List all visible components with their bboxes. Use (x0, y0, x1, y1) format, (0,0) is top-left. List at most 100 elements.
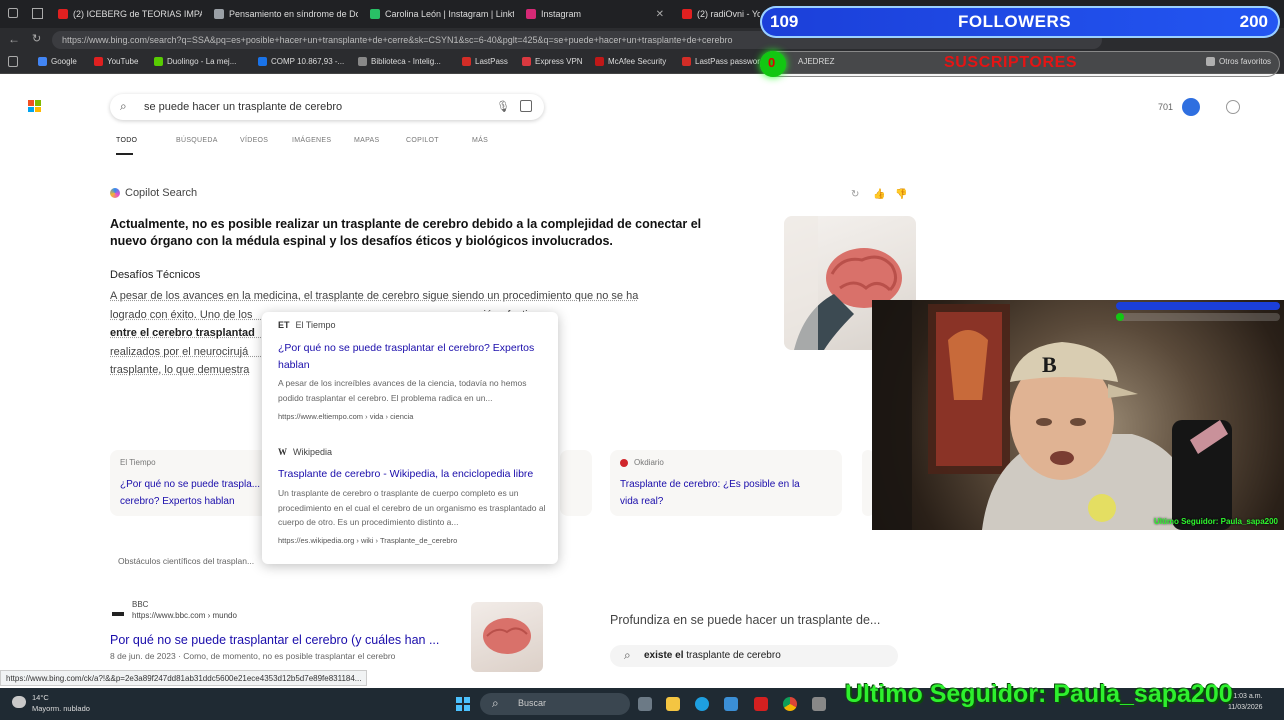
task-view-icon[interactable] (638, 697, 652, 711)
clock[interactable]: 11:03 a.m. 11/03/2026 (1228, 691, 1263, 713)
instagram-icon (526, 9, 536, 19)
globe-icon (522, 57, 531, 66)
microsoft-logo-icon[interactable] (28, 100, 41, 112)
tab-busqueda[interactable]: BÚSQUEDA (176, 137, 218, 144)
card-source: El Tiempo (120, 458, 156, 467)
followers-goal: 200 (1239, 12, 1268, 31)
microphone-icon[interactable]: 🎙 (496, 100, 510, 113)
tab-mapas[interactable]: MAPAS (354, 137, 380, 144)
linktree-icon (370, 9, 380, 19)
tab-label: Pensamiento en síndrome de Do (229, 9, 358, 19)
search-icon: ⌕ (624, 648, 631, 662)
bookmark-google[interactable]: Google (38, 57, 77, 66)
thumbs-down-icon[interactable]: 👎 (895, 189, 907, 200)
comp-icon (258, 57, 267, 66)
result-url[interactable]: https://www.bbc.com › mundo (110, 611, 237, 620)
popup-desc: Un trasplante de cerebro o trasplante de… (278, 488, 546, 527)
rewards-points[interactable]: 701 (1158, 102, 1173, 112)
source-card-middle[interactable] (560, 450, 592, 516)
bookmark-manager-icon[interactable] (8, 56, 18, 67)
refresh-icon[interactable]: ↻ (851, 189, 859, 200)
chrome-icon[interactable] (783, 697, 797, 711)
popup-url[interactable]: https://www.eltiempo.com › vida › cienci… (278, 412, 413, 421)
popup-title[interactable]: ¿Por qué no se puede trasplantar el cere… (278, 340, 548, 374)
svg-text:B: B (1042, 352, 1057, 377)
bookmark-lastpass[interactable]: LastPass (462, 57, 508, 66)
tab-carolina[interactable]: Carolina León | Instagram | Linkt ✕ (364, 3, 514, 25)
edge-icon[interactable] (695, 697, 709, 711)
card-title[interactable]: Trasplante de cerebro: ¿Es posible en la… (620, 476, 800, 510)
followers-goal-bar: 109 FOLLOWERS 200 (760, 6, 1280, 38)
close-icon[interactable]: ✕ (656, 9, 664, 20)
tab-todo[interactable]: TODO (116, 137, 137, 144)
bookmark-mcafee[interactable]: McAfee Security (595, 57, 666, 66)
store-icon[interactable] (724, 697, 738, 711)
popup-desc: A pesar de los increíbles avances de la … (278, 378, 527, 403)
visual-search-icon[interactable] (520, 100, 532, 112)
folder-icon (358, 57, 367, 66)
search-query[interactable]: se puede hacer un trasplante de cerebro (144, 101, 342, 113)
bookmark-comp[interactable]: COMP 10.867,93 -... (258, 57, 344, 66)
wikipedia-icon: W (278, 447, 287, 457)
account-icon[interactable] (1226, 100, 1240, 114)
bookmark-biblioteca[interactable]: Biblioteca - Intelig... (358, 57, 441, 66)
result-title[interactable]: Por qué no se puede trasplantar el cereb… (110, 633, 439, 647)
source-card-okdiario[interactable]: Okdiario Trasplante de cerebro: ¿Es posi… (610, 450, 842, 516)
refresh-icon[interactable]: ↻ (32, 32, 41, 45)
popup-source-eltiempo: ET El Tiempo (278, 320, 336, 330)
popup-url[interactable]: https://es.wikipedia.org › wiki › Traspl… (278, 536, 457, 545)
google-icon (38, 57, 47, 66)
webcam-feed: B Ultimo Seguidor: Paula_sapa200 (872, 300, 1284, 530)
lastpass-icon (462, 57, 471, 66)
citation-popup: ET El Tiempo ¿Por qué no se puede traspl… (262, 312, 558, 564)
youtube-icon (94, 57, 103, 66)
bookmark-expressvpn[interactable]: Express VPN (522, 57, 583, 66)
result-snippet: 8 de jun. de 2023 · Como, de momento, no… (110, 651, 396, 661)
tab-mas[interactable]: MÁS (472, 137, 488, 144)
taskbar-search[interactable]: ⌕ Buscar (480, 693, 630, 715)
weather-icon[interactable] (12, 696, 26, 708)
related-query[interactable]: ⌕ existe el trasplante de cerebro (610, 645, 898, 667)
tab-imagenes[interactable]: IMÁGENES (292, 137, 331, 144)
thumbs-up-icon[interactable]: 👍 (873, 189, 885, 200)
copilot-icon (110, 188, 120, 198)
start-icon[interactable] (456, 697, 470, 711)
youtube-icon (682, 9, 692, 19)
search-icon: ⌕ (492, 696, 499, 710)
popup-title[interactable]: Trasplante de cerebro - Wikipedia, la en… (278, 466, 548, 483)
duolingo-icon (154, 57, 163, 66)
tab-copilot[interactable]: COPILOT (406, 137, 439, 144)
back-icon[interactable]: ← (8, 32, 20, 46)
tab-actions-icon[interactable] (8, 8, 18, 18)
copilot-search-label: Copilot Search (110, 187, 197, 199)
status-bar-url: https://www.bing.com/ck/a?!&&p=2e3a89f24… (0, 670, 368, 686)
card-source: Okdiario (634, 458, 664, 467)
search-icon: ⌕ (120, 99, 127, 113)
weather-widget[interactable]: 14°C Mayorm. nublado (32, 692, 90, 714)
bookmark-lastpass-2[interactable]: LastPass passwor... (682, 57, 766, 66)
pdf-icon[interactable] (754, 697, 768, 711)
subscribers-goal-bar: 0 SUSCRIPTORES (760, 51, 1280, 77)
globe-icon (682, 57, 691, 66)
bookmark-duolingo[interactable]: Duolingo - La mej... (154, 57, 236, 66)
file-explorer-icon[interactable] (666, 697, 680, 711)
search-box[interactable]: ⌕ se puede hacer un trasplante de cerebr… (110, 94, 544, 120)
tab-pensamiento[interactable]: Pensamiento en síndrome de Do ✕ (208, 3, 358, 25)
tab-label: Instagram (541, 9, 582, 19)
tab-videos[interactable]: VÍDEOS (240, 137, 268, 144)
tab-iceberg[interactable]: (2) ICEBERG de TEORIAS IMPACT ✕ (52, 3, 202, 25)
tab-instagram[interactable]: Instagram ✕ (520, 3, 670, 25)
result-thumbnail[interactable] (471, 602, 543, 672)
okdiario-icon (620, 459, 628, 467)
rewards-icon[interactable] (1182, 98, 1200, 116)
tab-radiovni[interactable]: (2) radiOvni - YouTube (676, 3, 760, 25)
followers-label: FOLLOWERS (958, 12, 1072, 31)
globe-icon (595, 57, 604, 66)
tab-label: (2) radiOvni - YouTube (697, 9, 760, 19)
webcam-last-follower: Ultimo Seguidor: Paula_sapa200 (1153, 517, 1278, 526)
vertical-tabs-icon[interactable] (32, 8, 43, 19)
source-card-eltiempo[interactable]: El Tiempo ¿Por qué no se puede traspla..… (110, 450, 270, 516)
bookmark-youtube[interactable]: YouTube (94, 57, 138, 66)
related-chip[interactable]: Obstáculos científicos del trasplan... (118, 556, 254, 566)
app-icon[interactable] (812, 697, 826, 711)
